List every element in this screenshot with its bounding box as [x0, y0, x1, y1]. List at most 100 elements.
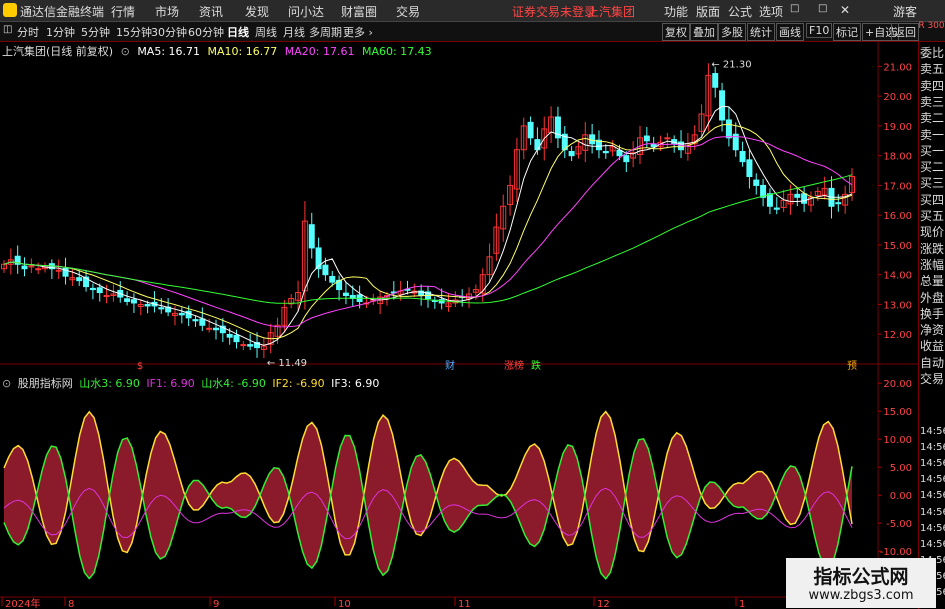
ma10-label: MA10: 16.77: [207, 45, 278, 58]
candle-body: [247, 344, 254, 347]
candle-body: [527, 121, 534, 139]
candle-body: [623, 155, 630, 163]
candle-body: [206, 327, 213, 330]
xaxis-label: 12: [597, 599, 610, 609]
xaxis-label: 1: [739, 599, 745, 609]
corner-indicator: R 300: [918, 21, 945, 31]
candle-body: [643, 135, 650, 142]
xaxis-label: 11: [458, 599, 471, 609]
high-marker: ← 21.30: [711, 59, 751, 70]
osc-tick-label: -5.00: [886, 519, 912, 530]
panel-time: 14:56: [920, 490, 945, 502]
osc-title: 股朋指标网: [17, 377, 73, 390]
osc-tick-label: 20.00: [883, 379, 912, 390]
candle-body: [801, 193, 808, 204]
candle-body: [534, 139, 541, 151]
ma5-line: [3, 105, 853, 346]
event-tag: $: [137, 361, 143, 372]
panel-label: 卖五: [920, 62, 945, 77]
ma60-line: [3, 174, 853, 304]
panel-label: 涨跌: [920, 241, 945, 256]
candle-body: [233, 334, 240, 343]
panel-label: 买三: [920, 176, 945, 191]
panel-label: 买四: [920, 192, 945, 207]
panel-label: 卖四: [920, 78, 945, 93]
panel-time: 14:56: [920, 458, 945, 470]
candle-body: [322, 264, 329, 276]
panel-label: 涨幅: [920, 257, 945, 272]
panel-label: 卖二: [920, 111, 945, 126]
panel-label: 现价: [920, 225, 945, 240]
watermark-title: 指标公式网: [813, 566, 909, 588]
ma5-label: MA5: 16.71: [137, 45, 201, 58]
candle-body: [76, 277, 83, 282]
candle-body: [240, 344, 247, 347]
low-marker: ← 11.49: [267, 358, 307, 369]
candle-body: [21, 265, 28, 270]
if1-label: IF1: 6.90: [146, 377, 195, 390]
price-tick-label: 13.00: [883, 300, 912, 311]
watermark: 指标公式网 www.zbgs3.com: [786, 558, 936, 608]
candle-body: [308, 224, 315, 249]
candle-body: [794, 193, 801, 198]
panel-label: 收益: [920, 339, 945, 354]
panel-label: 外盘: [920, 290, 945, 305]
panel-label: 换手: [920, 306, 945, 321]
candle-body: [753, 179, 760, 186]
candle-body: [199, 318, 206, 326]
candle-body: [342, 292, 349, 297]
xaxis-label: 10: [338, 599, 351, 609]
candle-body: [103, 295, 110, 298]
osc-tick-label: 5.00: [890, 463, 912, 474]
candle-body: [835, 202, 842, 205]
osc-tick-label: 15.00: [883, 407, 912, 418]
panel-label: 交易: [920, 372, 945, 386]
candle-body: [158, 307, 165, 310]
shanshui3-label: 山水3: 6.90: [79, 377, 140, 390]
panel-label: 卖三: [920, 94, 945, 109]
ma60-label: MA60: 17.43: [361, 45, 432, 58]
shanshui4-label: 山水4: -6.90: [201, 377, 266, 390]
candle-body: [725, 119, 732, 139]
panel-label: 总量: [920, 274, 945, 289]
panel-time: 14:56: [920, 474, 945, 486]
osc-tick-label: -10.00: [880, 547, 912, 558]
panel-label: 买五: [920, 209, 945, 223]
candle-body: [55, 269, 62, 272]
price-tick-label: 19.00: [883, 122, 912, 133]
candle-body: [213, 327, 219, 331]
oscillator-group: [3, 410, 853, 580]
settings-icon[interactable]: ⊙: [121, 45, 130, 58]
panel-label: 卖一: [920, 127, 945, 142]
main-chart-info: 上汽集团(日线 前复权) ⊙ MA5: 16.71 MA10: 16.77 MA…: [2, 43, 436, 59]
price-tick-label: 12.00: [883, 330, 912, 341]
panel-label: 买一: [920, 143, 945, 158]
panel-time: 14:56: [920, 522, 945, 534]
price-chart[interactable]: 21.0020.0019.0018.0017.0016.0015.0014.00…: [0, 0, 918, 609]
osc-info: ⊙ 股朋指标网 山水3: 6.90 IF1: 6.90 山水4: -6.90 I…: [2, 375, 382, 391]
osc-tick-label: 10.00: [883, 435, 912, 446]
panel-time: 14:56: [920, 538, 945, 550]
candle-body: [746, 159, 753, 178]
candle-body: [766, 193, 773, 207]
panel-time: 14:56: [920, 426, 945, 437]
osc-tick-label: 0.00: [890, 491, 912, 502]
xaxis-label: 9: [213, 599, 219, 609]
panel-label: 委比: [920, 46, 945, 60]
xaxis-label: 2024年: [5, 597, 40, 609]
price-tick-label: 14.00: [883, 271, 912, 282]
candle-body: [124, 298, 131, 302]
candle-body: [226, 333, 233, 338]
price-tick-label: 20.00: [883, 92, 912, 103]
panel-label: 自动: [920, 355, 945, 370]
panel-time: 14:56: [920, 442, 945, 454]
price-tick-label: 21.00: [883, 62, 912, 73]
candle-body: [602, 151, 609, 154]
candle-body: [329, 275, 336, 283]
candle-body: [568, 151, 575, 157]
price-tick-label: 15.00: [883, 241, 912, 252]
quote-side-panel: 委比 卖五 卖四 卖三 卖二 卖一 买一 买二 买三 买四 买五 现价 涨跌 涨幅 总量 外盘 换手 净资 收益 自动…: [918, 42, 945, 609]
panel-label: 净资: [920, 323, 945, 338]
event-tag: 跌: [531, 359, 541, 372]
osc-settings-icon[interactable]: ⊙: [2, 377, 11, 390]
